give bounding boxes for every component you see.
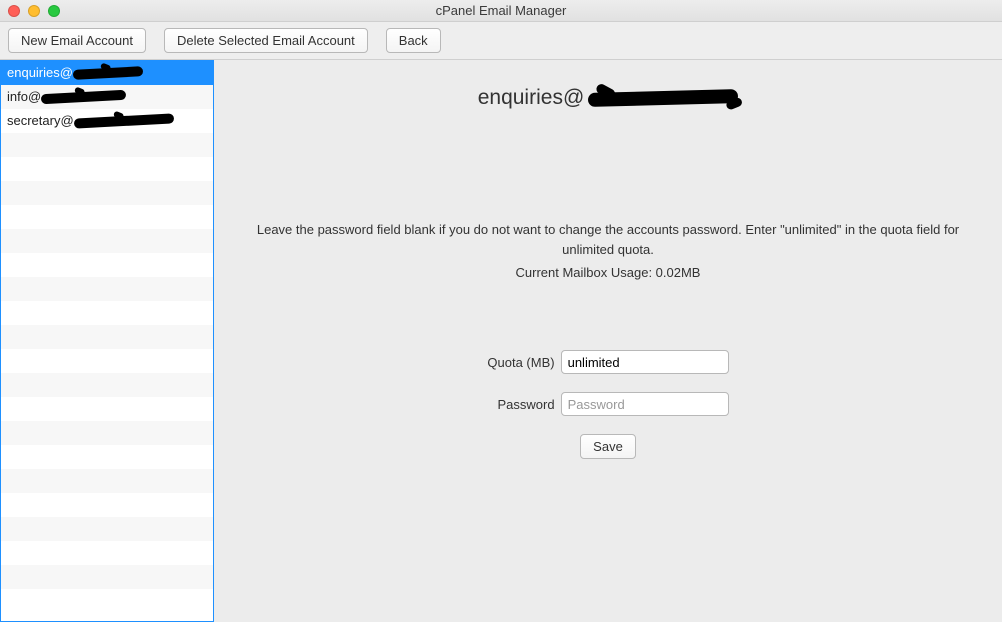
password-input[interactable]: [561, 392, 729, 416]
list-item-prefix: enquiries@: [7, 65, 73, 80]
list-item: [1, 397, 213, 421]
list-item: [1, 181, 213, 205]
list-item: [1, 205, 213, 229]
list-item: [1, 157, 213, 181]
list-item: [1, 469, 213, 493]
back-button[interactable]: Back: [386, 28, 441, 53]
list-item: [1, 373, 213, 397]
account-list[interactable]: enquiries@ info@ secretary@: [0, 60, 214, 622]
window-title: cPanel Email Manager: [0, 3, 1002, 18]
list-item: [1, 325, 213, 349]
list-item: [1, 229, 213, 253]
instructions-text: Leave the password field blank if you do…: [238, 220, 978, 259]
list-item[interactable]: enquiries@: [1, 61, 213, 85]
redacted-domain-icon: [73, 113, 173, 128]
list-item: [1, 277, 213, 301]
titlebar: cPanel Email Manager: [0, 0, 1002, 22]
redacted-domain-icon: [73, 66, 143, 80]
list-item: [1, 349, 213, 373]
quota-label: Quota (MB): [487, 355, 554, 370]
save-button[interactable]: Save: [580, 434, 636, 459]
account-detail-panel: enquiries@ Leave the password field blan…: [214, 60, 1002, 622]
redacted-domain-icon: [588, 89, 738, 107]
delete-email-account-button[interactable]: Delete Selected Email Account: [164, 28, 368, 53]
zoom-window-icon[interactable]: [48, 5, 60, 17]
mailbox-usage: Current Mailbox Usage: 0.02MB: [238, 265, 978, 280]
list-item: [1, 565, 213, 589]
list-item: [1, 493, 213, 517]
redacted-domain-icon: [41, 90, 126, 104]
window-controls: [8, 5, 60, 17]
minimize-window-icon[interactable]: [28, 5, 40, 17]
list-item-prefix: secretary@: [7, 113, 74, 128]
account-heading-prefix: enquiries@: [478, 86, 585, 109]
toolbar: New Email Account Delete Selected Email …: [0, 22, 1002, 60]
list-item[interactable]: secretary@: [1, 109, 213, 133]
list-item: [1, 445, 213, 469]
close-window-icon[interactable]: [8, 5, 20, 17]
list-item: [1, 133, 213, 157]
quota-input[interactable]: [561, 350, 729, 374]
list-item[interactable]: info@: [1, 85, 213, 109]
list-item: [1, 301, 213, 325]
list-item-prefix: info@: [7, 89, 41, 104]
account-heading: enquiries@: [478, 86, 739, 110]
list-item: [1, 541, 213, 565]
mailbox-usage-value: 0.02MB: [656, 265, 701, 280]
list-item: [1, 253, 213, 277]
list-item: [1, 517, 213, 541]
password-label: Password: [498, 397, 555, 412]
new-email-account-button[interactable]: New Email Account: [8, 28, 146, 53]
list-item: [1, 421, 213, 445]
